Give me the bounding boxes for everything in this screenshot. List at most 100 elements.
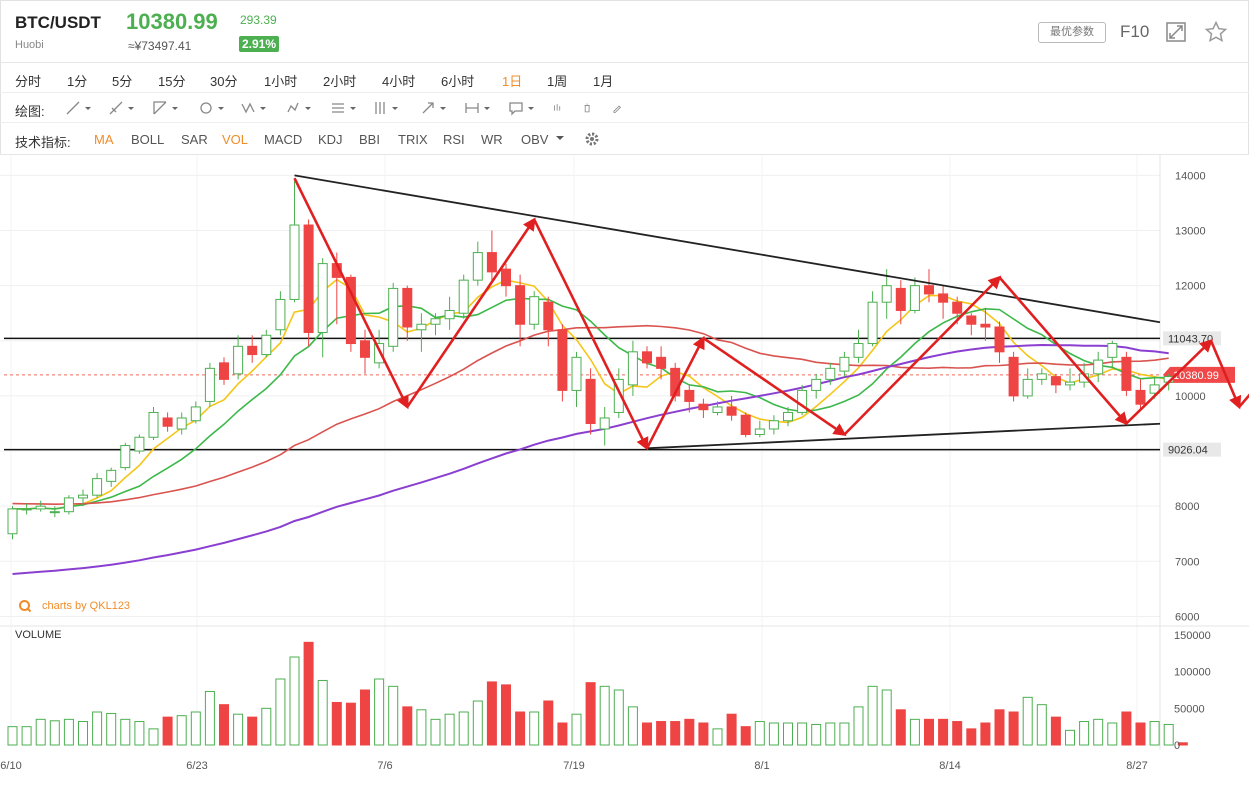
candle <box>472 252 483 281</box>
candle <box>684 389 695 402</box>
volume-bar <box>980 722 991 746</box>
ray-tool-icon[interactable] <box>108 99 136 117</box>
indicator-kdj[interactable]: KDJ <box>318 132 343 147</box>
volume-bar <box>120 718 131 746</box>
note-tool-icon[interactable] <box>508 99 536 117</box>
candle <box>388 287 399 347</box>
candle <box>78 494 88 499</box>
volume-bar <box>571 713 582 746</box>
pair-title: BTC/USDT <box>15 13 101 32</box>
gann-tool-icon[interactable] <box>372 99 400 117</box>
indicator-obv[interactable]: OBV <box>521 132 548 147</box>
volume-bar <box>642 722 652 746</box>
volume-bar <box>345 702 356 746</box>
volume-tick-label: 50000 <box>1174 703 1205 715</box>
indicator-ma[interactable]: MA <box>94 132 114 147</box>
volume-bar <box>599 685 610 746</box>
volume-bar <box>740 726 751 746</box>
period-tab[interactable]: 1月 <box>593 71 613 90</box>
volume-bar <box>49 720 60 746</box>
chart-background <box>0 155 1249 787</box>
arrow-tool-icon[interactable] <box>420 99 448 117</box>
candle <box>895 287 906 311</box>
gear-icon[interactable] <box>584 131 600 147</box>
level-label: 9026.04 <box>1168 445 1208 457</box>
price-tick-label: 8000 <box>1175 501 1199 513</box>
volume-bar <box>374 678 385 746</box>
period-tab[interactable]: 1分 <box>67 71 87 90</box>
circle-tool-icon[interactable] <box>198 99 226 117</box>
period-tab[interactable]: 1周 <box>547 71 567 90</box>
volume-bar <box>726 713 737 746</box>
period-tab[interactable]: 2小时 <box>323 71 356 90</box>
f10-button[interactable]: F10 <box>1120 22 1149 42</box>
candle <box>557 329 568 391</box>
measure-tool-icon[interactable] <box>464 99 492 117</box>
indicator-vol[interactable]: VOL <box>222 132 248 147</box>
branding-text[interactable]: charts by QKL123 <box>42 600 130 612</box>
date-tick-label: 8/14 <box>939 760 960 772</box>
trash-icon[interactable] <box>582 99 600 117</box>
volume-bar <box>162 716 173 746</box>
candle <box>642 351 652 364</box>
chevron-down-icon[interactable] <box>555 133 565 143</box>
indicator-boll[interactable]: BOLL <box>131 132 164 147</box>
candle <box>204 367 215 402</box>
candle <box>924 285 934 295</box>
period-tab[interactable]: 15分 <box>158 71 185 90</box>
candle <box>1008 356 1019 397</box>
period-tab[interactable]: 1日 <box>502 71 522 90</box>
candle <box>768 420 779 430</box>
period-tab[interactable]: 5分 <box>112 71 132 90</box>
fib-tool-icon[interactable] <box>330 99 358 117</box>
volume-bar <box>1065 729 1075 746</box>
volume-tick-label: 0 <box>1174 740 1180 752</box>
candle <box>49 511 60 514</box>
last-price: 10380.99 <box>126 9 218 34</box>
volume-bar <box>966 728 977 746</box>
volume-bar <box>92 711 103 746</box>
header: BTC/USDT Huobi 10380.99 ≈¥73497.41 293.3… <box>0 0 1249 63</box>
indicator-wr[interactable]: WR <box>481 132 503 147</box>
price-chart[interactable]: 11043.709026.0410380.99 1400013000120001… <box>0 155 1249 787</box>
period-tab[interactable]: 1小时 <box>264 71 297 90</box>
volume-bar <box>529 711 540 746</box>
zigzag-tool-icon[interactable] <box>240 99 268 117</box>
candle-tool-icon[interactable] <box>552 99 570 117</box>
indicator-sar[interactable]: SAR <box>181 132 208 147</box>
period-tab[interactable]: 6小时 <box>441 71 474 90</box>
volume-bar <box>1008 711 1019 746</box>
period-tab[interactable]: 30分 <box>210 71 237 90</box>
brush-icon[interactable] <box>612 99 630 117</box>
price-tick-label: 12000 <box>1175 281 1206 293</box>
candle <box>247 345 258 356</box>
candle <box>416 323 427 331</box>
indicator-macd[interactable]: MACD <box>264 132 302 147</box>
candle <box>92 478 103 496</box>
pattern-tool-icon[interactable] <box>285 99 313 117</box>
candle <box>881 285 892 303</box>
volume-bar <box>134 721 145 746</box>
indicator-rsi[interactable]: RSI <box>443 132 465 147</box>
candle <box>374 343 385 364</box>
candle <box>656 356 667 369</box>
candle <box>444 309 455 320</box>
fullscreen-icon[interactable] <box>1164 20 1188 44</box>
period-tab[interactable]: 分时 <box>15 71 41 90</box>
volume-bar <box>486 681 497 746</box>
star-icon[interactable] <box>1204 20 1228 44</box>
optimal-params-button[interactable]: 最优参数 <box>1038 22 1106 43</box>
candle <box>1036 373 1047 380</box>
line-tool-icon[interactable] <box>65 99 93 117</box>
indicator-trix[interactable]: TRIX <box>398 132 428 147</box>
grid <box>0 155 1249 787</box>
volume-label: VOLUME <box>15 629 62 641</box>
price-tick-label: 7000 <box>1175 556 1199 568</box>
cny-price: ≈¥73497.41 <box>128 39 192 53</box>
candle <box>839 356 850 372</box>
candle <box>1093 359 1104 375</box>
indicator-bbi[interactable]: BBI <box>359 132 380 147</box>
channel-tool-icon[interactable] <box>152 99 180 117</box>
candle <box>430 318 441 325</box>
period-tab[interactable]: 4小时 <box>382 71 415 90</box>
